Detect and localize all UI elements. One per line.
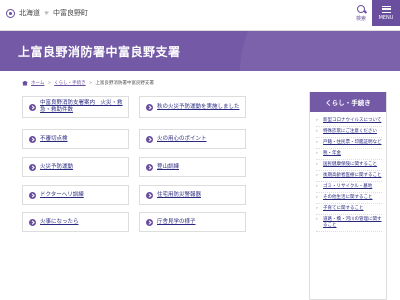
card-label: 火事になったら — [40, 218, 79, 225]
search-button[interactable]: 検索 — [350, 0, 372, 26]
sidebar-nav: くらし・手続き › 新型コロナウイルスについて › 特殊詐欺にご注意ください › 戸籍… — [309, 92, 387, 300]
sidebar-item-label: その他生活に関すること — [323, 195, 373, 200]
sidebar-item-label: 国民健康保険に関すること — [323, 162, 377, 167]
logo-town-name: 中富良野町 — [53, 9, 89, 17]
link-card[interactable]: 住宅用防災警報器 — [139, 185, 246, 205]
card-label: 火災予防運動 — [40, 163, 74, 170]
sidebar-header: くらし・手続き — [310, 92, 386, 112]
sidebar-item[interactable]: › 税・年金 — [316, 149, 382, 160]
bullet-icon: › — [316, 151, 318, 156]
card-label: 秋の火災予防運動を実施しました — [157, 103, 240, 110]
sidebar-item-label: 後期高齢者医療に関すること — [323, 173, 382, 178]
bullet-icon: › — [316, 118, 318, 123]
card-label: 火の用心のポイント — [157, 135, 207, 142]
sidebar-title: くらし・手続き — [325, 99, 371, 107]
breadcrumb-home[interactable]: ホーム — [31, 80, 44, 86]
bullet-icon: › — [316, 206, 318, 211]
link-card[interactable]: 中富良野消防支署案内 火災・救急・救助件数 — [22, 96, 129, 118]
arrow-right-icon — [29, 103, 36, 111]
link-card[interactable]: 秋の火災予防運動を実施しました — [139, 96, 246, 118]
bullet-icon: › — [316, 184, 318, 189]
arrow-right-icon — [146, 135, 153, 143]
bullet-icon: › — [316, 217, 318, 222]
sidebar-item[interactable]: › ゴミ・リサイクル・墓地 — [316, 182, 382, 193]
arrow-right-icon — [146, 103, 153, 111]
sidebar-item-label: 道路・橋・河川の管理に関すること — [323, 217, 382, 228]
page-hero: 上富良野消防署中富良野支署 — [0, 31, 400, 71]
sidebar-item[interactable]: › 特殊詐欺にご注意ください — [316, 127, 382, 138]
bullet-icon: › — [316, 129, 318, 134]
sidebar-item[interactable]: › 戸籍・住民票・印鑑証明など — [316, 138, 382, 149]
bullet-icon: › — [316, 173, 318, 178]
arrow-right-icon — [29, 163, 36, 171]
search-label: 検索 — [355, 15, 366, 22]
breadcrumb-separator: > — [47, 80, 52, 86]
card-label: 中富良野消防支署案内 火災・救急・救助件数 — [40, 100, 123, 113]
bullet-icon: › — [316, 140, 318, 145]
sidebar-item[interactable]: › 国民健康保険に関すること — [316, 160, 382, 171]
home-icon — [22, 80, 28, 86]
sidebar-item[interactable]: › 子育てに関すること — [316, 204, 382, 215]
breadcrumb-level1[interactable]: くらし・手続き — [54, 80, 86, 86]
logo-prefecture: 北海道 — [19, 9, 40, 17]
bullet-icon: › — [316, 162, 318, 167]
menu-button[interactable]: MENU — [372, 0, 400, 26]
card-label: 庁舎見学の様子 — [157, 218, 196, 225]
card-label: ドクターヘリ訓練 — [40, 191, 84, 198]
sidebar-list: › 新型コロナウイルスについて › 特殊詐欺にご注意ください › 戸籍・住民票・印鑑証… — [310, 112, 386, 232]
sidebar-item[interactable]: › 道路・橋・河川の管理に関すること — [316, 215, 382, 232]
sidebar-item[interactable]: › その他生活に関すること — [316, 193, 382, 204]
logo-separator: ✳ — [44, 9, 50, 17]
link-card[interactable]: 火災予防運動 — [22, 157, 129, 177]
bullet-icon: › — [316, 195, 318, 200]
arrow-right-icon — [29, 218, 36, 226]
link-card[interactable]: 火事になったら — [22, 212, 129, 232]
sidebar-item-label: 新型コロナウイルスについて — [323, 118, 382, 123]
sidebar-item-label: 特殊詐欺にご注意ください — [323, 129, 377, 134]
page-title: 上富良野消防署中富良野支署 — [18, 45, 181, 59]
arrow-right-icon — [146, 163, 153, 171]
arrow-right-icon — [29, 135, 36, 143]
breadcrumb-separator: > — [88, 80, 93, 86]
search-icon — [357, 4, 365, 13]
link-card[interactable]: 登山訓練 — [139, 157, 246, 177]
card-label: 不審切点検 — [40, 135, 68, 142]
arrow-right-icon — [146, 218, 153, 226]
link-card[interactable]: 火の用心のポイント — [139, 129, 246, 149]
breadcrumb: ホーム > くらし・手続き > 上富良野消防署中富良野支署 — [22, 80, 154, 86]
menu-label: MENU — [378, 14, 394, 21]
sidebar-item[interactable]: › 後期高齢者医療に関すること — [316, 171, 382, 182]
link-card[interactable]: ドクターヘリ訓練 — [22, 185, 129, 205]
arrow-right-icon — [146, 191, 153, 199]
arrow-right-icon — [29, 191, 36, 199]
card-label: 住宅用防災警報器 — [157, 191, 202, 198]
breadcrumb-current: 上富良野消防署中富良野支署 — [95, 81, 154, 86]
sidebar-item[interactable]: › 新型コロナウイルスについて — [316, 116, 382, 127]
card-label: 登山訓練 — [157, 163, 180, 170]
sidebar-item-label: 税・年金 — [323, 151, 341, 156]
site-header: 北海道 ✳ 中富良野町 検索 MENU — [0, 0, 400, 31]
link-card[interactable]: 庁舎見学の様子 — [139, 212, 246, 232]
link-card[interactable]: 不審切点検 — [22, 129, 129, 149]
town-emblem-icon — [6, 8, 15, 18]
hamburger-icon — [381, 5, 391, 13]
sidebar-item-label: ゴミ・リサイクル・墓地 — [323, 184, 373, 189]
sidebar-item-label: 子育てに関すること — [323, 206, 364, 211]
sidebar-item-label: 戸籍・住民票・印鑑証明など — [323, 140, 382, 145]
town-logo[interactable]: 北海道 ✳ 中富良野町 — [6, 8, 88, 18]
